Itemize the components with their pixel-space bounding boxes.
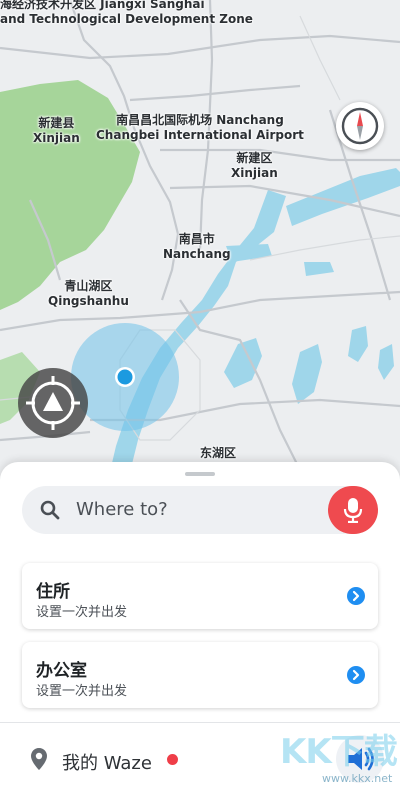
- xinjian-district-label-cn: 新建区: [236, 151, 273, 165]
- qingshanhu-label-cn: 青山湖区: [64, 279, 113, 293]
- xinjian-county-label: 新建县 Xinjian: [33, 116, 80, 146]
- my-waze-button[interactable]: 我的 Waze: [62, 749, 152, 775]
- search-placeholder: Where to?: [76, 499, 168, 520]
- home-card[interactable]: 住所 设置一次并出发: [22, 563, 378, 629]
- recenter-button[interactable]: [18, 368, 88, 438]
- xinjian-county-label-cn: 新建县: [38, 116, 75, 130]
- home-card-subtitle: 设置一次并出发: [36, 605, 128, 620]
- location-pin-icon: [31, 748, 47, 770]
- zone-label-cn: 海经济技术开发区 Jiangxi Sanghai: [0, 0, 205, 11]
- zone-label: 海经济技术开发区 Jiangxi Sanghai and Technologic…: [0, 0, 253, 27]
- airport-label-en: Changbei International Airport: [96, 128, 304, 142]
- work-card-title: 办公室: [36, 661, 87, 681]
- bottom-sheet: Where to? 住所 设置一次并出发 办公室 设置一次并出发: [0, 462, 400, 722]
- chevron-right-icon: [347, 666, 365, 684]
- airport-label-cn: 南昌昌北国际机场 Nanchang: [116, 113, 284, 127]
- watermark-url: www.kkx.net: [322, 772, 393, 785]
- donghu-label-cn: 东湖区: [200, 446, 237, 460]
- home-card-title: 住所: [36, 582, 70, 602]
- search-bar[interactable]: Where to?: [22, 486, 378, 534]
- work-card-subtitle: 设置一次并出发: [36, 684, 128, 699]
- sheet-drag-handle[interactable]: [185, 472, 215, 476]
- airport-label: 南昌昌北国际机场 Nanchang Changbei International…: [96, 113, 304, 143]
- xinjian-district-label-en: Xinjian: [231, 166, 278, 180]
- qingshanhu-label: 青山湖区 Qingshanhu: [48, 279, 129, 309]
- qingshanhu-label-en: Qingshanhu: [48, 294, 129, 308]
- chevron-right-icon: [347, 587, 365, 605]
- nanchang-label-en: Nanchang: [163, 247, 231, 261]
- zone-label-en: and Technological Development Zone: [0, 12, 253, 26]
- compass-icon: [341, 107, 379, 145]
- microphone-icon: [343, 498, 363, 523]
- nanchang-label: 南昌市 Nanchang: [163, 232, 231, 262]
- xinjian-district-label: 新建区 Xinjian: [231, 151, 278, 181]
- work-card[interactable]: 办公室 设置一次并出发: [22, 642, 378, 708]
- xinjian-county-label-en: Xinjian: [33, 131, 80, 145]
- recenter-icon: [26, 376, 80, 430]
- compass-button[interactable]: [336, 102, 384, 150]
- watermark-logo: KK下载: [280, 732, 398, 772]
- nanchang-label-cn: 南昌市: [178, 232, 215, 246]
- search-icon: [40, 500, 60, 520]
- voice-search-button[interactable]: [328, 486, 378, 534]
- donghu-label: 东湖区: [200, 446, 236, 461]
- notification-dot: [167, 754, 178, 765]
- map-view[interactable]: 海经济技术开发区 Jiangxi Sanghai and Technologic…: [0, 0, 400, 480]
